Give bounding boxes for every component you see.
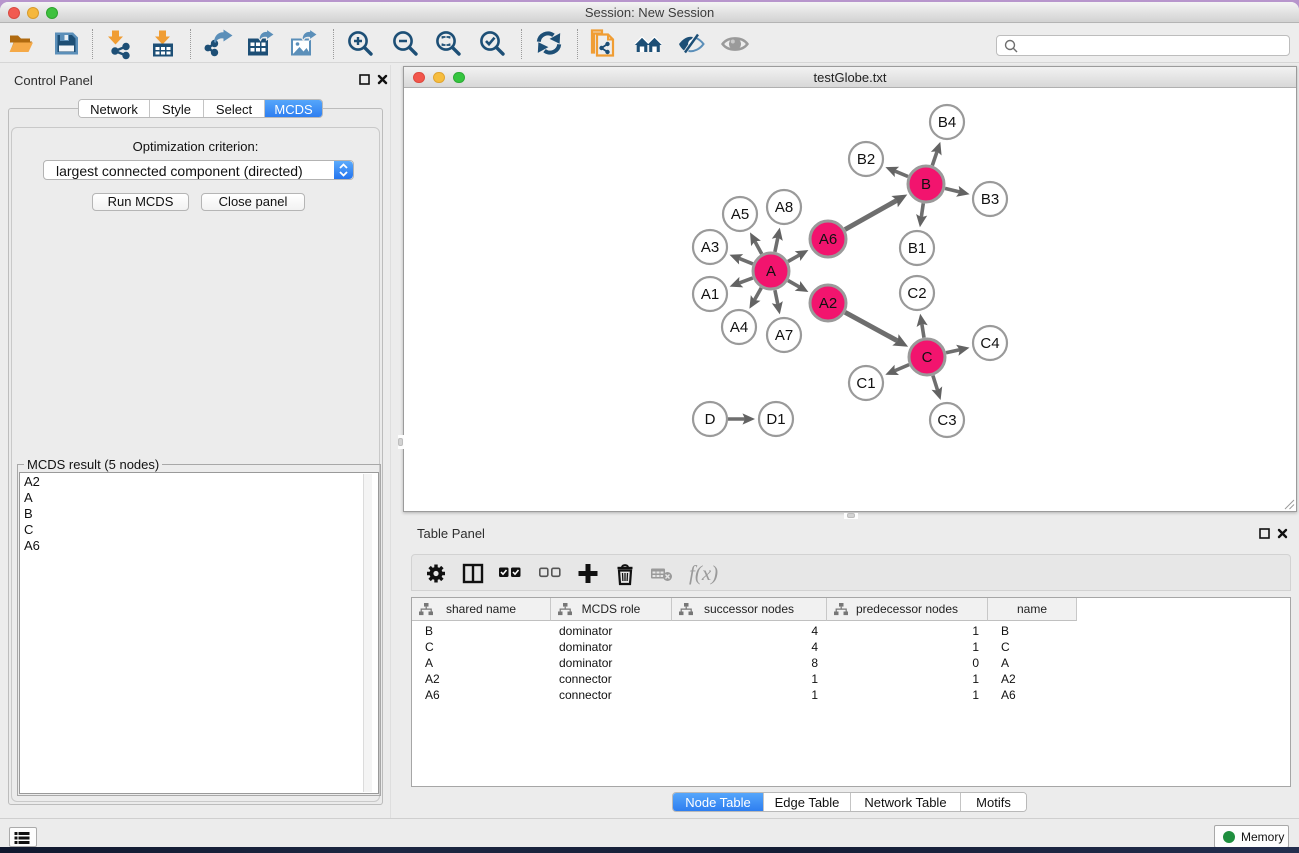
svg-text:A2: A2: [819, 295, 837, 312]
svg-text:C3: C3: [937, 412, 956, 429]
svg-text:A: A: [766, 263, 776, 280]
svg-text:B4: B4: [938, 114, 956, 131]
svg-text:C2: C2: [907, 285, 926, 302]
svg-text:D1: D1: [766, 411, 785, 428]
svg-text:A7: A7: [775, 327, 793, 344]
svg-text:B1: B1: [908, 240, 926, 257]
svg-text:B2: B2: [857, 151, 875, 168]
svg-text:D: D: [705, 411, 716, 428]
svg-text:A5: A5: [731, 206, 749, 223]
svg-text:B: B: [921, 176, 931, 193]
svg-text:C4: C4: [980, 335, 999, 352]
svg-text:C: C: [922, 349, 933, 366]
svg-text:B3: B3: [981, 191, 999, 208]
svg-text:f(x): f(x): [689, 561, 718, 585]
svg-text:A8: A8: [775, 199, 793, 216]
svg-text:A4: A4: [730, 319, 748, 336]
svg-text:A1: A1: [701, 286, 719, 303]
svg-text:A6: A6: [819, 231, 837, 248]
svg-text:A3: A3: [701, 239, 719, 256]
svg-text:C1: C1: [856, 375, 875, 392]
